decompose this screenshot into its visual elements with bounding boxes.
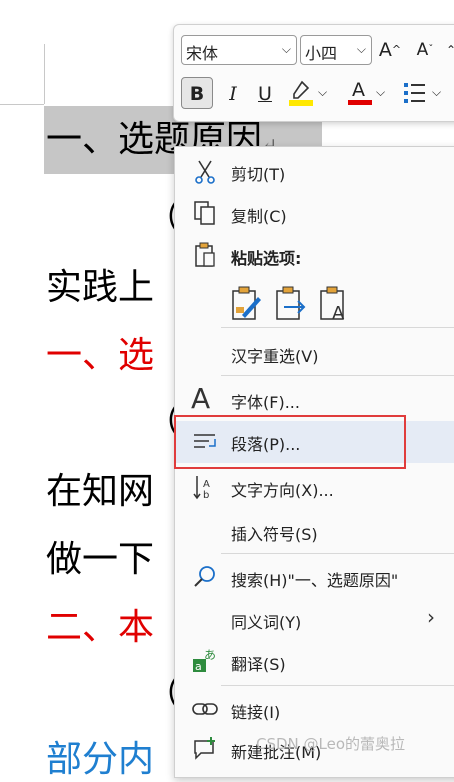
chevron-down-icon: ⌵ — [432, 85, 442, 99]
text-direction-icon: A b — [193, 476, 210, 501]
shrink-font-icon: A — [416, 40, 429, 60]
doc-line[interactable]: 部分内 — [46, 730, 154, 782]
menu-item-search[interactable]: 搜索(H)"一、选题原因" — [175, 557, 454, 597]
font-color-button[interactable]: A ⌵ — [346, 77, 388, 107]
divider — [221, 327, 454, 328]
menu-item-synonyms[interactable]: 同义词(Y) › — [175, 599, 454, 639]
svg-text:A: A — [332, 303, 345, 323]
divider — [221, 553, 454, 554]
svg-text:A: A — [203, 479, 210, 490]
menu-item-text-direction[interactable]: A b 文字方向(X)... — [175, 467, 454, 507]
doc-line[interactable]: 实践上 — [46, 258, 154, 310]
font-name-combo[interactable]: 宋体 ⌵ — [181, 35, 297, 65]
menu-item-label: 复制(C) — [231, 207, 287, 226]
comment-icon — [194, 737, 215, 760]
svg-text:あ: あ — [204, 648, 216, 662]
paste-options-label: 粘贴选项: — [231, 249, 302, 268]
menu-item-font[interactable]: A 字体(F)... — [175, 379, 454, 419]
italic-button[interactable]: I — [222, 79, 244, 109]
mini-toolbar: 宋体 ⌵ 小四 ⌵ A^ Aˇ ⌃ B I U ⌵ A ⌵ ⌵ — [173, 24, 454, 122]
menu-item-copy[interactable]: 复制(C) — [175, 193, 454, 233]
menu-item-link[interactable]: 链接(I) — [175, 689, 454, 729]
menu-item-label: 翻译(S) — [231, 655, 286, 674]
menu-item-cut[interactable]: 剪切(T) — [175, 151, 454, 191]
underline-button[interactable]: U — [254, 79, 276, 109]
menu-item-reconvert[interactable]: 汉字重选(V) — [175, 333, 454, 373]
menu-item-label: 文字方向(X)... — [231, 481, 334, 500]
highlighter-icon — [289, 80, 313, 106]
menu-item-translate[interactable]: a あ 翻译(S) — [175, 641, 454, 681]
menu-item-insert-symbol[interactable]: 插入符号(S) — [175, 511, 454, 551]
paste-text-only-icon[interactable]: A — [318, 285, 352, 323]
paste-merge-formatting-icon[interactable] — [274, 285, 308, 323]
paste-options-header: 粘贴选项: — [175, 235, 454, 275]
highlight-box — [174, 415, 406, 469]
grow-font-icon: A — [378, 39, 392, 61]
menu-item-label: 插入符号(S) — [231, 525, 318, 544]
svg-text:a: a — [195, 660, 202, 673]
scissors-icon — [195, 160, 215, 184]
bold-button[interactable]: B — [181, 77, 213, 109]
bullets-button[interactable]: ⌵ — [402, 77, 446, 107]
chevron-right-icon: › — [427, 605, 435, 629]
copy-icon — [194, 201, 215, 225]
doc-line[interactable]: 一、选 — [46, 326, 154, 378]
translate-icon: a あ — [193, 648, 216, 673]
search-icon — [194, 566, 215, 587]
chevron-down-icon: ⌵ — [376, 85, 386, 99]
chevron-down-icon: ⌵ — [281, 42, 291, 56]
margin-marker-horizontal — [0, 104, 44, 105]
font-icon: A — [191, 382, 211, 415]
bullet-list-icon — [404, 83, 425, 103]
font-color-swatch — [348, 100, 372, 105]
menu-item-label: 汉字重选(V) — [231, 347, 319, 366]
menu-item-label: 链接(I) — [231, 703, 281, 722]
margin-marker-vertical — [44, 44, 45, 104]
menu-item-label: 字体(F)... — [231, 393, 300, 412]
menu-item-label: 剪切(T) — [231, 165, 286, 184]
font-size-combo[interactable]: 小四 ⌵ — [300, 35, 372, 65]
chevron-down-icon: ⌵ — [356, 42, 366, 56]
doc-line[interactable]: 二、本 — [46, 598, 154, 650]
link-icon — [192, 703, 218, 715]
doc-line[interactable]: 在知网 — [46, 462, 154, 514]
font-name-value: 宋体 — [186, 44, 219, 63]
more-options-chevron-icon[interactable]: ⌃ — [444, 35, 454, 65]
menu-item-label: 搜索(H)"一、选题原因" — [231, 571, 399, 590]
font-size-value: 小四 — [305, 44, 338, 63]
grow-font-button[interactable]: A^ — [377, 35, 403, 65]
doc-line[interactable]: 做一下 — [46, 530, 154, 582]
paste-keep-source-icon[interactable] — [230, 285, 264, 323]
divider — [221, 685, 454, 686]
shrink-font-button[interactable]: Aˇ — [412, 35, 438, 65]
menu-item-label: 同义词(Y) — [231, 613, 302, 632]
chevron-down-icon: ⌵ — [318, 85, 328, 99]
clipboard-icon — [195, 242, 215, 267]
highlight-button[interactable]: ⌵ — [288, 77, 330, 107]
divider — [221, 375, 454, 376]
watermark: CSDN @Leo的蕾奥拉 — [256, 735, 406, 753]
svg-text:b: b — [203, 490, 209, 501]
